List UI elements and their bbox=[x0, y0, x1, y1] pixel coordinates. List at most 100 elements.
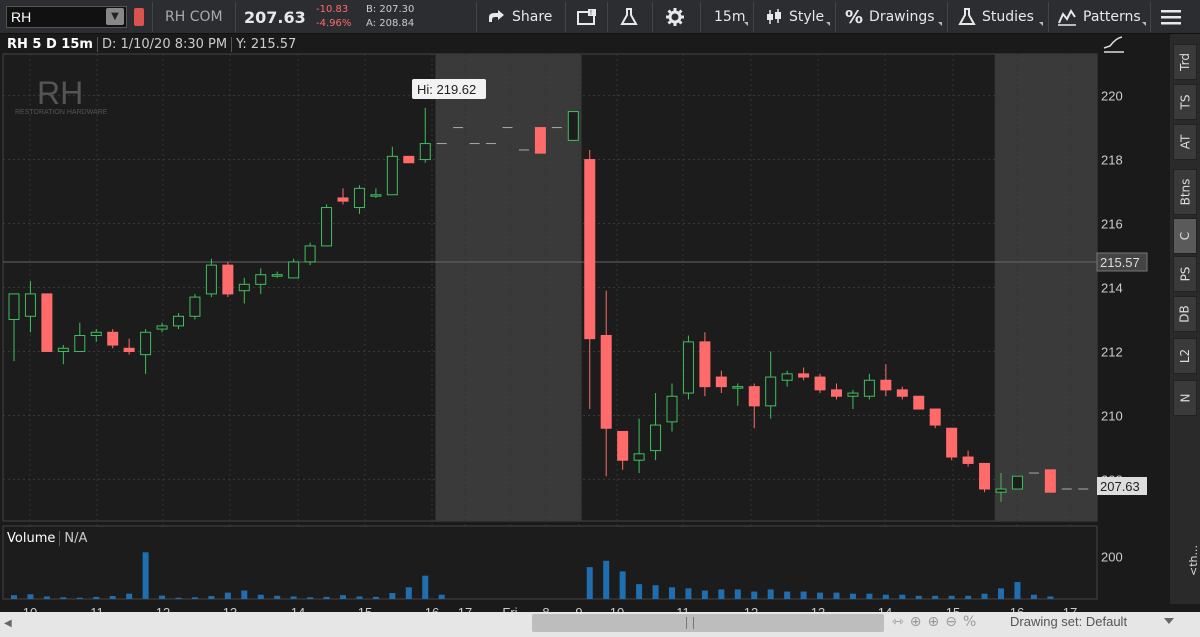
volume-bar bbox=[1014, 582, 1021, 599]
volume-bar bbox=[833, 592, 840, 599]
volume-axis: 200 bbox=[1101, 550, 1123, 565]
candle-body-up bbox=[847, 392, 859, 397]
volume-bar bbox=[191, 597, 198, 599]
symbol-dropdown-button[interactable]: ▼ bbox=[106, 8, 124, 25]
percent-icon[interactable]: % bbox=[963, 614, 982, 630]
snapshot-button[interactable]: ! bbox=[576, 0, 598, 34]
tab-n[interactable]: N bbox=[1173, 380, 1197, 416]
tab-ps[interactable]: PS bbox=[1173, 256, 1197, 292]
volume-bar bbox=[751, 591, 758, 599]
volume-bar bbox=[142, 552, 149, 599]
share-button[interactable]: Share bbox=[486, 0, 552, 34]
candle-body-down bbox=[600, 334, 612, 429]
candle bbox=[534, 127, 546, 154]
toolbar-divider bbox=[700, 2, 701, 32]
volume-tick-label: 200 bbox=[1101, 550, 1123, 565]
candle bbox=[929, 408, 941, 429]
candle-body-down bbox=[107, 331, 119, 346]
candle-body-up bbox=[173, 315, 184, 327]
candle-body-down bbox=[584, 159, 596, 340]
candle-body-up bbox=[666, 395, 678, 423]
tab-label: DB bbox=[1177, 305, 1192, 323]
volume-bar bbox=[767, 589, 774, 599]
alert-badge[interactable] bbox=[134, 8, 144, 26]
toolbar-divider bbox=[835, 2, 836, 32]
after-hours-shade bbox=[994, 54, 1097, 521]
volume-label: Volume bbox=[7, 530, 56, 546]
tab-c[interactable]: C bbox=[1173, 218, 1197, 254]
tab-l2[interactable]: L2 bbox=[1173, 338, 1197, 374]
candle-body-down bbox=[831, 389, 842, 397]
candle-body-up bbox=[732, 386, 744, 389]
candle-body-down bbox=[962, 456, 974, 464]
volume-bar bbox=[208, 596, 215, 599]
candle-body-down bbox=[896, 389, 908, 397]
volume-bar bbox=[372, 596, 379, 599]
candle-body-up bbox=[205, 264, 217, 295]
horizontal-scrollbar-thumb[interactable] bbox=[532, 614, 884, 632]
interval-label: 15m bbox=[714, 9, 746, 25]
candle bbox=[41, 293, 53, 352]
tab-db[interactable]: DB bbox=[1173, 296, 1197, 332]
net-change: -10.83 bbox=[316, 4, 349, 15]
volume-bar bbox=[126, 593, 133, 599]
pan-icon[interactable]: ⇿ bbox=[892, 614, 910, 630]
zoom-out-icon[interactable]: ⊖ bbox=[945, 614, 963, 630]
interval-selector[interactable]: 15m bbox=[714, 0, 745, 34]
patterns-label: Patterns bbox=[1083, 9, 1141, 25]
candle-body-down bbox=[222, 264, 234, 295]
candle-body-up bbox=[8, 293, 20, 320]
volume-bar bbox=[701, 590, 708, 599]
volume-bar bbox=[224, 592, 231, 599]
scroll-left-button[interactable]: ◀ bbox=[4, 615, 18, 633]
volume-bar bbox=[718, 589, 725, 599]
studies-label: Studies bbox=[982, 9, 1034, 25]
candle-body-down bbox=[699, 341, 711, 388]
candle-body-down bbox=[748, 386, 760, 407]
volume-bar bbox=[981, 593, 988, 599]
candle bbox=[1011, 475, 1023, 490]
tab-trd[interactable]: Trd bbox=[1173, 44, 1197, 80]
toolbar-divider bbox=[1048, 2, 1049, 32]
price-tick-label: 212 bbox=[1101, 344, 1123, 359]
volume-bar bbox=[109, 596, 116, 599]
chevron-down-icon[interactable] bbox=[1164, 618, 1174, 624]
tab-label: N bbox=[1177, 393, 1192, 403]
volume-bar bbox=[43, 596, 50, 599]
studies-menu[interactable]: Studies bbox=[958, 0, 1034, 34]
volume-bar bbox=[27, 594, 34, 599]
tab-btns[interactable]: Btns bbox=[1173, 169, 1197, 215]
menu-button[interactable] bbox=[1160, 0, 1182, 34]
patterns-menu[interactable]: Patterns bbox=[1057, 0, 1141, 34]
volume-bar bbox=[800, 591, 807, 599]
studies-lab-button[interactable] bbox=[620, 0, 638, 34]
drawings-menu[interactable]: % Drawings bbox=[845, 0, 935, 34]
last-price-label: 207.63 bbox=[1100, 479, 1140, 494]
zoom-in-icon[interactable]: ⊕ bbox=[927, 614, 945, 630]
toolbar-divider bbox=[652, 2, 653, 32]
side-tab-bar: Trd TS AT Btns C PS DB L2 N <th... bbox=[1170, 34, 1200, 604]
candle-body-up bbox=[386, 155, 398, 196]
price-tick-label: 218 bbox=[1101, 153, 1123, 168]
volume-header: Volume N/A bbox=[3, 528, 91, 548]
crosshair-icon[interactable]: ⊕ bbox=[910, 614, 928, 630]
zoom-controls[interactable]: ⇿⊕⊕⊖% bbox=[892, 614, 982, 630]
cursor-date: D: 1/10/20 8:30 PM bbox=[96, 36, 231, 52]
tab-label: Btns bbox=[1178, 178, 1193, 206]
tab-at[interactable]: AT bbox=[1173, 124, 1197, 160]
share-label: Share bbox=[512, 9, 553, 25]
settings-button[interactable] bbox=[665, 0, 685, 34]
volume-bar bbox=[307, 597, 314, 599]
candle-body-up bbox=[255, 274, 267, 285]
symbol-description: RH COM bbox=[165, 9, 223, 25]
volume-bar bbox=[685, 588, 692, 599]
style-menu[interactable]: Style bbox=[765, 0, 824, 34]
price-chart[interactable]: 208210212214216218220 200 10111213141516… bbox=[0, 34, 1170, 634]
candle bbox=[699, 332, 711, 397]
tab-ts[interactable]: TS bbox=[1173, 84, 1197, 120]
volume-bar bbox=[356, 596, 363, 599]
chart-title: RH 5 D 15m bbox=[7, 36, 93, 52]
volume-bar bbox=[11, 595, 17, 599]
candle bbox=[1044, 469, 1056, 493]
tab-label: AT bbox=[1177, 134, 1192, 150]
